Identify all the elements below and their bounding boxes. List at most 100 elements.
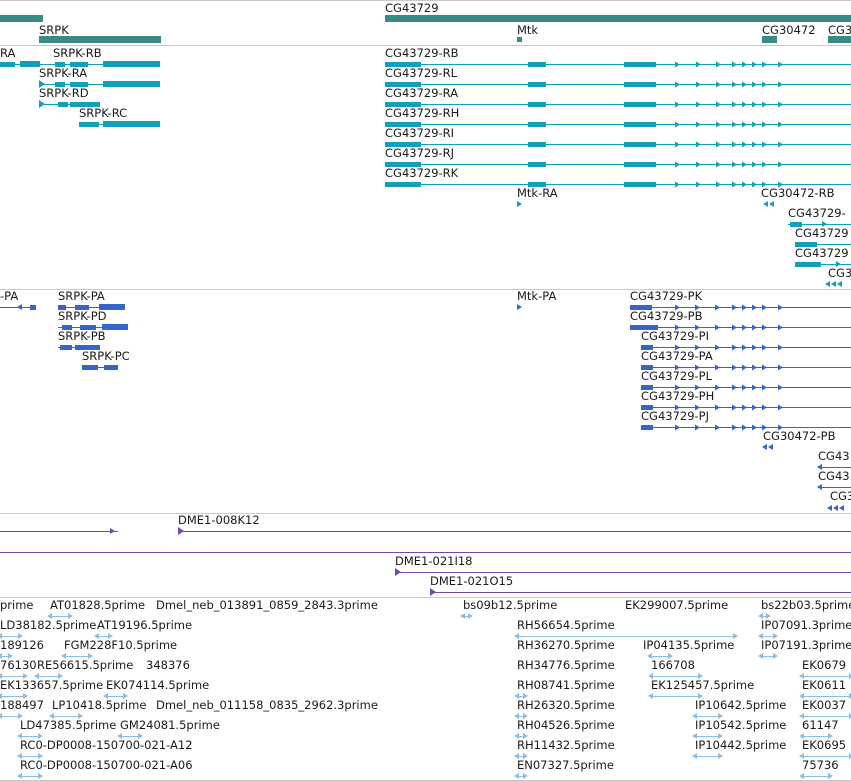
- label-189126: 189126: [0, 638, 44, 652]
- exon[interactable]: [624, 162, 656, 167]
- exon[interactable]: [103, 121, 160, 127]
- est-end: [460, 613, 465, 619]
- intron-arrow: [732, 304, 737, 311]
- intron-arrow: [778, 324, 783, 331]
- intron-arrow: [716, 121, 721, 128]
- intron-arrow: [742, 364, 747, 371]
- intron-arrow: [752, 344, 757, 351]
- intron-arrow: [732, 121, 737, 128]
- exon[interactable]: [641, 425, 653, 430]
- exon[interactable]: [20, 61, 40, 67]
- exon[interactable]: [624, 122, 656, 127]
- label-re56615-5prime: RE56615.5prime: [37, 658, 134, 672]
- intron-arrow: [752, 61, 757, 68]
- est-end: [514, 773, 519, 779]
- exon[interactable]: [528, 142, 546, 147]
- exon[interactable]: [795, 262, 821, 267]
- exon: [825, 281, 830, 287]
- exon[interactable]: [385, 182, 421, 187]
- label-cg43729-pj: CG43729-PJ: [641, 409, 710, 423]
- exon[interactable]: [60, 345, 72, 350]
- est-end: [773, 653, 778, 659]
- label-srpk-pb: SRPK-PB: [58, 329, 106, 343]
- label-rh11432-5prime: RH11432.5prime: [517, 738, 615, 752]
- est-end: [0, 713, 2, 719]
- intron-arrow: [732, 384, 737, 391]
- label-cg43729: CG43729: [795, 246, 849, 260]
- exon[interactable]: [79, 122, 99, 127]
- exon[interactable]: [528, 62, 546, 67]
- gene-bar-cg43729[interactable]: [385, 15, 851, 22]
- exon[interactable]: [82, 365, 98, 370]
- exon[interactable]: [103, 81, 160, 87]
- intron-arrow: [742, 161, 747, 168]
- exon[interactable]: [528, 102, 546, 107]
- intron-arrow: [715, 304, 720, 311]
- label-srpk-pd: SRPK-PD: [58, 309, 107, 323]
- intron-arrow: [696, 141, 701, 148]
- intron-arrow: [742, 404, 747, 411]
- intron-arrow: [732, 101, 737, 108]
- intron-arrow: [696, 101, 701, 108]
- label-76130: 76130: [0, 658, 37, 672]
- gene-bar-srpk[interactable]: [39, 36, 161, 43]
- label-en07327-5prime: EN07327.5prime: [517, 758, 614, 772]
- label-ek0679: EK0679: [802, 658, 847, 672]
- exon: [817, 484, 822, 490]
- intron-arrow: [752, 384, 757, 391]
- clone-end: [110, 528, 115, 534]
- exon: [831, 281, 836, 287]
- gene-bar-mtk[interactable]: [517, 37, 522, 42]
- exon[interactable]: [103, 61, 160, 67]
- intron-arrow: [675, 61, 680, 68]
- exon[interactable]: [624, 102, 656, 107]
- intron-arrow: [742, 101, 747, 108]
- exon[interactable]: [104, 365, 118, 370]
- intron-arrow: [675, 424, 680, 431]
- intron-arrow: [732, 181, 737, 188]
- exon[interactable]: [0, 62, 15, 67]
- intron-arrow: [762, 324, 767, 331]
- label-rc0-dp0008-150700-021-a12: RC0-DP0008-150700-021-A12: [20, 738, 193, 752]
- exon[interactable]: [528, 162, 546, 167]
- exon[interactable]: [58, 102, 68, 107]
- exon[interactable]: [624, 182, 656, 187]
- exon[interactable]: [528, 82, 546, 87]
- label-cg43729: CG43729: [385, 1, 439, 15]
- intron-arrow: [715, 424, 720, 431]
- label-cg43729-rj: CG43729-RJ: [385, 146, 455, 160]
- label-cg43729-ri: CG43729-RI: [385, 126, 455, 140]
- exon[interactable]: [624, 142, 656, 147]
- exon[interactable]: [30, 305, 36, 310]
- gene-bar-cg3[interactable]: [828, 36, 851, 43]
- intron-arrow: [742, 181, 747, 188]
- label-cg43729: CG43729: [795, 226, 849, 240]
- gene-bar-cg30472[interactable]: [762, 36, 777, 43]
- intron-arrow: [716, 61, 721, 68]
- exon: [769, 201, 774, 207]
- label-rh08741-5prime: RH08741.5prime: [517, 678, 615, 692]
- intron-arrow: [732, 81, 737, 88]
- intron-arrow: [752, 101, 757, 108]
- genome-browser-view[interactable]: CG43729 SRPK Mtk CG30472 CG3 RA SRPK-RB SRPK-RA…: [0, 0, 851, 781]
- intron-arrow: [742, 384, 747, 391]
- intron-arrow: [762, 404, 767, 411]
- intron-arrow: [752, 404, 757, 411]
- label-rh04526-5prime: RH04526.5prime: [517, 718, 615, 732]
- intron-arrow: [762, 384, 767, 391]
- intron-arrow: [742, 121, 747, 128]
- intron-arrow: [778, 141, 783, 148]
- exon[interactable]: [624, 82, 656, 87]
- label-cg3: CG3: [828, 266, 851, 280]
- intron-arrow: [732, 364, 737, 371]
- exon[interactable]: [528, 122, 546, 127]
- exon: [827, 505, 832, 511]
- intron-arrow: [715, 344, 720, 351]
- label-srpk-pa: SRPK-PA: [58, 289, 105, 303]
- label-166708: 166708: [651, 658, 695, 672]
- exon[interactable]: [624, 62, 656, 67]
- intron-arrow: [675, 161, 680, 168]
- intron-arrow: [762, 141, 767, 148]
- gene-bar-left[interactable]: [0, 15, 43, 22]
- intron-arrow: [778, 121, 783, 128]
